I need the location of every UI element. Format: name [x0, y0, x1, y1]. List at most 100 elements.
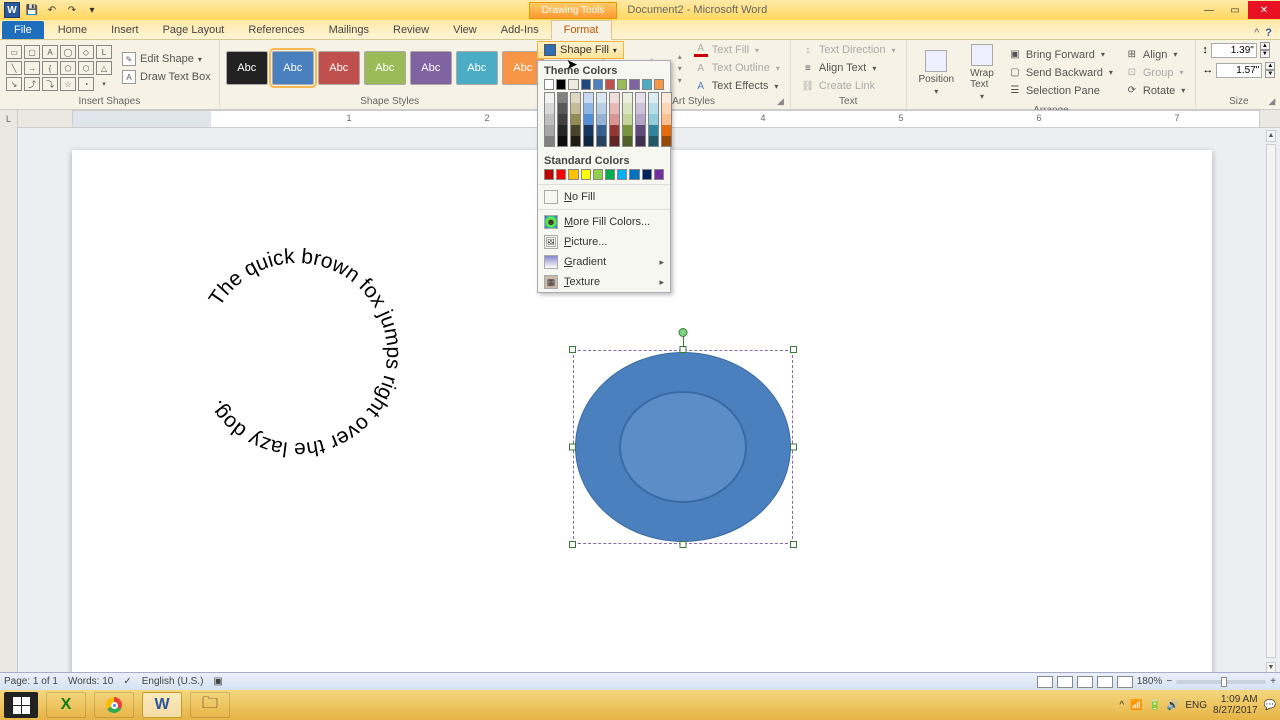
send-backward-button[interactable]: ▢Send Backward▾: [1004, 65, 1117, 81]
theme-color-swatch[interactable]: [568, 79, 578, 90]
tray-battery-icon[interactable]: 🔋: [1148, 700, 1160, 711]
resize-handle-sw[interactable]: [569, 541, 576, 548]
tray-up-icon[interactable]: ^: [1119, 700, 1124, 711]
tab-mailings[interactable]: Mailings: [317, 21, 381, 39]
position-button[interactable]: Position▾: [913, 48, 961, 98]
zoom-out-button[interactable]: −: [1166, 676, 1172, 687]
theme-shade-swatch[interactable]: [596, 92, 607, 103]
theme-shade-swatch[interactable]: [570, 92, 581, 103]
taskbar-word-icon[interactable]: W: [142, 692, 182, 718]
gradient-fill-item[interactable]: Gradient▸: [538, 252, 670, 272]
tab-insert[interactable]: Insert: [99, 21, 151, 39]
standard-color-swatch[interactable]: [605, 169, 615, 180]
theme-shade-swatch[interactable]: [661, 136, 672, 147]
web-layout-view-button[interactable]: [1077, 676, 1093, 688]
tray-volume-icon[interactable]: 🔊: [1167, 700, 1179, 711]
theme-shade-swatch[interactable]: [635, 103, 646, 114]
theme-shade-swatch[interactable]: [596, 103, 607, 114]
standard-color-swatch[interactable]: [581, 169, 591, 180]
theme-shade-swatch[interactable]: [648, 114, 659, 125]
theme-shade-swatch[interactable]: [648, 125, 659, 136]
rotate-button[interactable]: ⟳Rotate▾: [1121, 83, 1189, 99]
save-icon[interactable]: 💾: [24, 2, 40, 18]
shape-style-5[interactable]: Abc: [456, 51, 498, 85]
theme-shade-swatch[interactable]: [570, 103, 581, 114]
shape-style-2[interactable]: Abc: [318, 51, 360, 85]
size-dialog-launcher-icon[interactable]: ◢: [1268, 96, 1275, 107]
wordart-dialog-launcher-icon[interactable]: ◢: [777, 96, 784, 107]
print-layout-view-button[interactable]: [1037, 676, 1053, 688]
theme-shade-swatch[interactable]: [635, 125, 646, 136]
tab-file[interactable]: File: [2, 21, 44, 39]
scroll-up-icon[interactable]: ▲: [1266, 130, 1276, 142]
resize-handle-n[interactable]: [680, 346, 687, 353]
theme-shade-swatch[interactable]: [583, 114, 594, 125]
zoom-level[interactable]: 180%: [1137, 676, 1163, 687]
word-count-status[interactable]: Words: 10: [68, 676, 113, 687]
theme-shade-swatch[interactable]: [622, 125, 633, 136]
taskbar-explorer-icon[interactable]: 🗀: [190, 692, 230, 718]
zoom-slider[interactable]: [1176, 680, 1266, 684]
draft-view-button[interactable]: [1117, 676, 1133, 688]
circular-text-wordart[interactable]: The quick brown fox jumps right over the…: [182, 238, 412, 468]
theme-color-swatch[interactable]: [654, 79, 664, 90]
theme-color-swatch[interactable]: [629, 79, 639, 90]
standard-color-swatch[interactable]: [629, 169, 639, 180]
theme-shade-swatch[interactable]: [635, 136, 646, 147]
selected-shape-circle[interactable]: [573, 350, 793, 544]
height-down-icon[interactable]: ▼: [1260, 50, 1270, 58]
more-fill-colors-item[interactable]: ☻More Fill Colors...: [538, 212, 670, 232]
texture-fill-item[interactable]: ▦Texture▸: [538, 272, 670, 292]
picture-fill-item[interactable]: 🖼Picture...: [538, 232, 670, 252]
resize-handle-ne[interactable]: [790, 346, 797, 353]
theme-color-swatch[interactable]: [642, 79, 652, 90]
theme-shade-swatch[interactable]: [648, 92, 659, 103]
theme-shade-swatch[interactable]: [622, 136, 633, 147]
theme-shade-swatch[interactable]: [648, 103, 659, 114]
outline-view-button[interactable]: [1097, 676, 1113, 688]
align-text-button[interactable]: ≡Align Text▾: [797, 60, 900, 76]
standard-color-swatch[interactable]: [654, 169, 664, 180]
wordart-gallery-more-icon[interactable]: ▾: [678, 76, 682, 85]
resize-handle-e[interactable]: [790, 444, 797, 451]
full-screen-view-button[interactable]: [1057, 676, 1073, 688]
theme-shade-swatch[interactable]: [544, 92, 555, 103]
theme-shade-swatch[interactable]: [583, 103, 594, 114]
theme-shade-swatch[interactable]: [661, 114, 672, 125]
shape-fill-button[interactable]: Shape Fill ▾: [537, 41, 624, 59]
standard-color-swatch[interactable]: [568, 169, 578, 180]
qat-customize-icon[interactable]: ▾: [84, 2, 100, 18]
shape-height-input[interactable]: [1211, 43, 1257, 58]
shapes-gallery[interactable]: ▭▢A◯◇L ╲→{⬠⬡△ ↘⤴⤵☆◔▾: [6, 45, 112, 91]
maximize-button[interactable]: ▭: [1222, 1, 1248, 19]
width-up-icon[interactable]: ▲: [1265, 62, 1275, 70]
tab-page-layout[interactable]: Page Layout: [151, 21, 237, 39]
theme-shade-swatch[interactable]: [609, 114, 620, 125]
zoom-in-button[interactable]: +: [1270, 676, 1276, 687]
theme-shade-swatch[interactable]: [583, 136, 594, 147]
wordart-gallery-down-icon[interactable]: ▾: [678, 64, 682, 73]
theme-shade-swatch[interactable]: [544, 136, 555, 147]
theme-shade-swatch[interactable]: [544, 103, 555, 114]
tray-network-icon[interactable]: 📶: [1130, 700, 1142, 711]
theme-color-swatch[interactable]: [617, 79, 627, 90]
language-status[interactable]: English (U.S.): [142, 676, 204, 687]
width-down-icon[interactable]: ▼: [1265, 70, 1275, 78]
theme-shade-swatch[interactable]: [622, 114, 633, 125]
theme-shade-swatch[interactable]: [635, 114, 646, 125]
tab-view[interactable]: View: [441, 21, 489, 39]
theme-shade-swatch[interactable]: [544, 125, 555, 136]
shape-style-0[interactable]: Abc: [226, 51, 268, 85]
theme-shade-swatch[interactable]: [557, 114, 568, 125]
shape-style-1[interactable]: Abc: [272, 51, 314, 85]
theme-shade-swatch[interactable]: [557, 125, 568, 136]
tab-addins[interactable]: Add-Ins: [489, 21, 551, 39]
theme-shade-swatch[interactable]: [609, 103, 620, 114]
theme-shade-swatch[interactable]: [648, 136, 659, 147]
help-icon[interactable]: ?: [1265, 27, 1272, 39]
rotation-handle[interactable]: [679, 328, 688, 337]
selection-pane-button[interactable]: ☰Selection Pane: [1004, 83, 1117, 99]
macro-record-icon[interactable]: ▣: [213, 676, 222, 687]
redo-icon[interactable]: ↷: [64, 2, 80, 18]
resize-handle-w[interactable]: [569, 444, 576, 451]
